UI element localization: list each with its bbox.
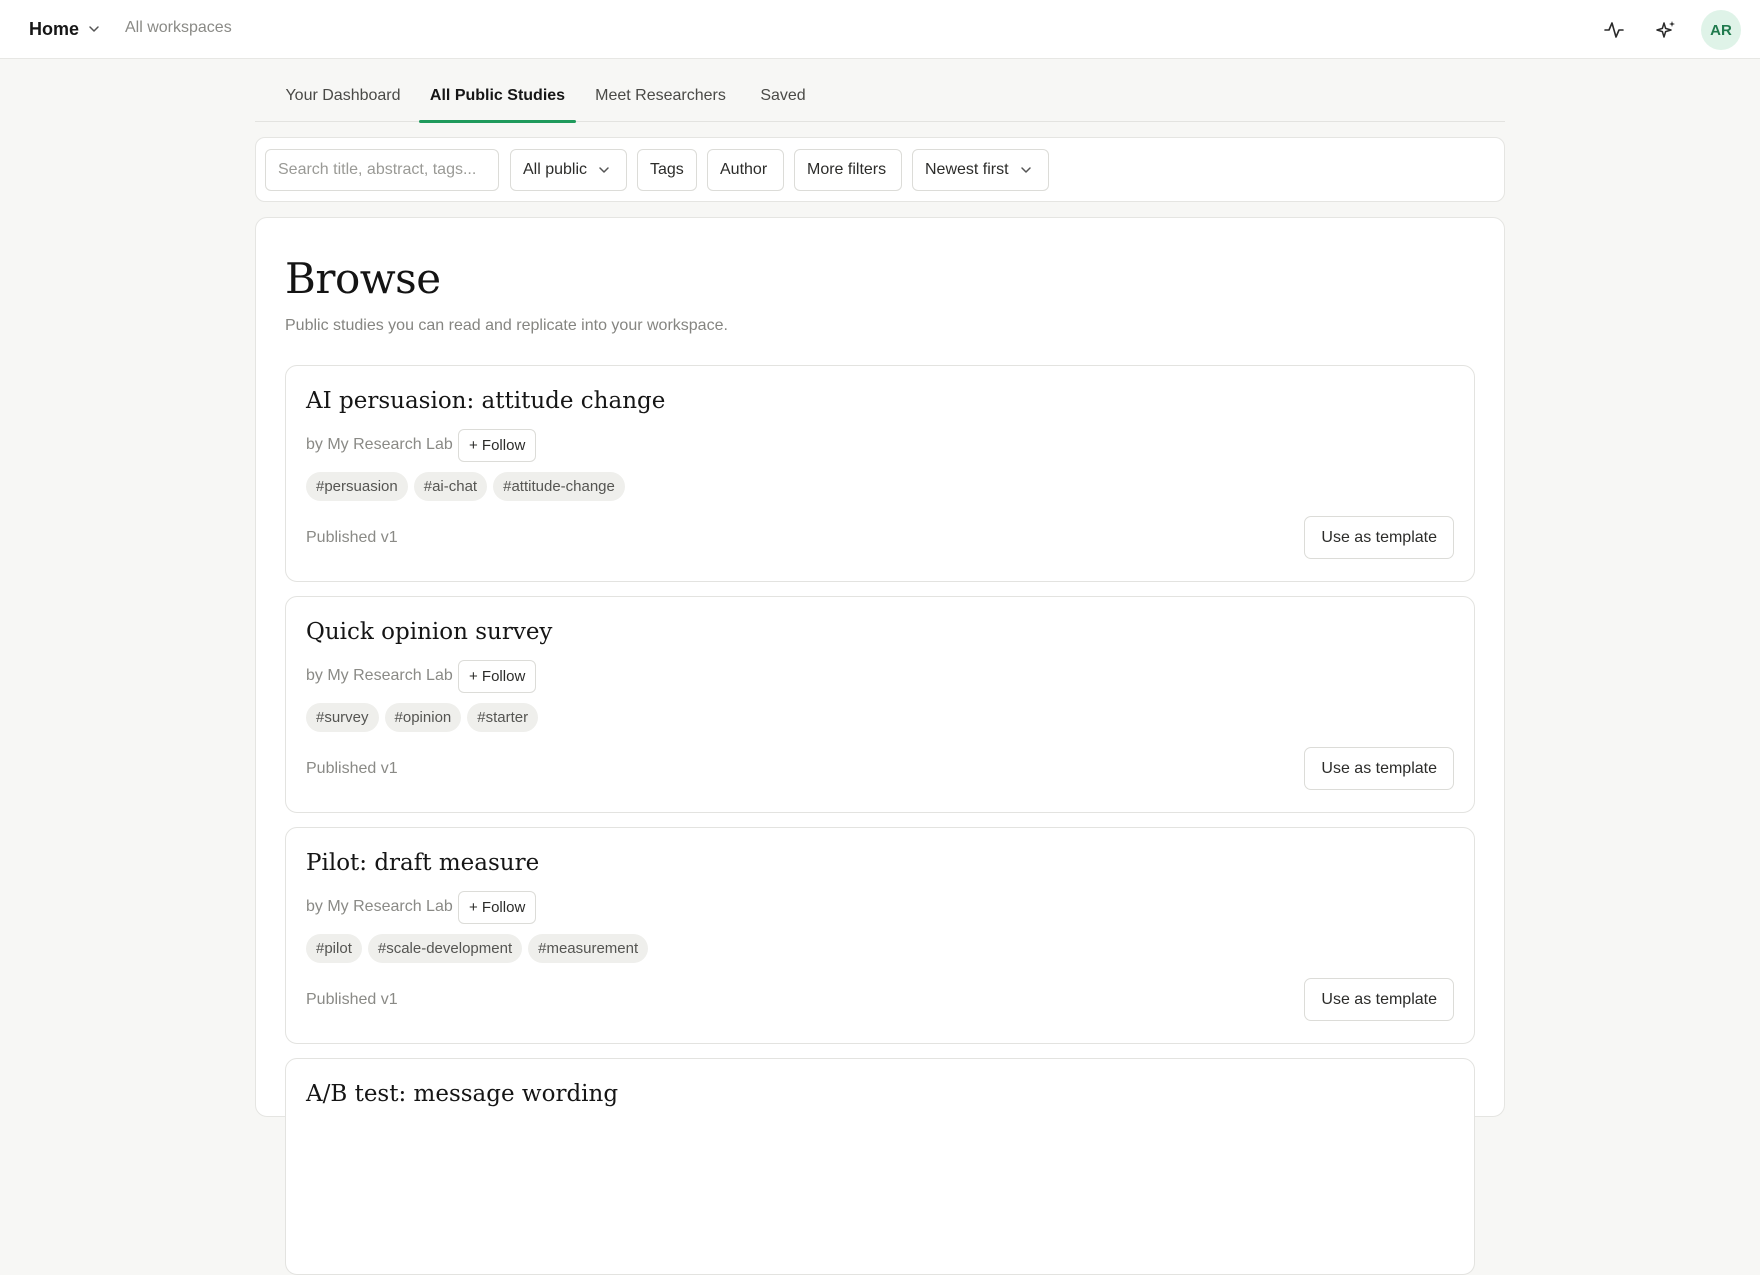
- tag-list: #pilot #scale-development #measurement: [306, 934, 649, 963]
- tag-chip[interactable]: #persuasion: [306, 472, 408, 501]
- tag-chip[interactable]: #opinion: [384, 703, 462, 732]
- author-filter-button[interactable]: Author: [707, 149, 784, 191]
- avatar[interactable]: AR: [1701, 10, 1741, 50]
- filter-bar: All public Tags Author More filters Newe…: [255, 137, 1505, 202]
- page-title: Browse: [285, 254, 441, 303]
- all-workspaces-link[interactable]: All workspaces: [125, 19, 232, 37]
- study-card: AI persuasion: attitude change by My Res…: [285, 365, 1475, 582]
- activity-icon[interactable]: [1597, 13, 1631, 47]
- chevron-down-icon: [89, 26, 99, 32]
- study-title[interactable]: A/B test: message wording: [306, 1081, 618, 1107]
- visibility-select[interactable]: All public: [510, 149, 627, 191]
- tag-chip[interactable]: #pilot: [306, 934, 362, 963]
- tab-your-dashboard[interactable]: Your Dashboard: [284, 70, 402, 122]
- tag-chip[interactable]: #starter: [467, 703, 539, 732]
- study-title[interactable]: AI persuasion: attitude change: [306, 388, 665, 414]
- home-switcher[interactable]: Home: [29, 17, 101, 41]
- chevron-down-icon: [599, 167, 609, 173]
- study-author: by My Research Lab: [306, 898, 453, 915]
- study-author: by My Research Lab: [306, 436, 453, 453]
- visibility-select-value: All public: [523, 161, 588, 178]
- tags-filter-button[interactable]: Tags: [637, 149, 697, 191]
- use-as-template-button[interactable]: Use as template: [1304, 516, 1454, 559]
- follow-button[interactable]: + Follow: [458, 660, 537, 693]
- study-card: Quick opinion survey by My Research Lab …: [285, 596, 1475, 813]
- avatar-initials: AR: [1710, 21, 1732, 39]
- tag-chip[interactable]: #scale-development: [367, 934, 523, 963]
- sort-select[interactable]: Newest first: [912, 149, 1049, 191]
- page-subtitle: Public studies you can read and replicat…: [285, 317, 728, 334]
- follow-button[interactable]: + Follow: [458, 429, 537, 462]
- study-status: Published v1: [306, 991, 398, 1008]
- tab-saved[interactable]: Saved: [760, 70, 806, 122]
- home-label: Home: [29, 18, 80, 39]
- sort-select-value: Newest first: [925, 161, 1009, 178]
- tag-chip[interactable]: #ai-chat: [413, 472, 488, 501]
- follow-button[interactable]: + Follow: [458, 891, 537, 924]
- more-filters-button[interactable]: More filters: [794, 149, 902, 191]
- use-as-template-button[interactable]: Use as template: [1304, 747, 1454, 790]
- tag-list: #survey #opinion #starter: [306, 703, 539, 732]
- sparkles-icon[interactable]: [1649, 13, 1683, 47]
- browse-panel: Browse Public studies you can read and r…: [255, 217, 1505, 1275]
- study-title[interactable]: Pilot: draft measure: [306, 850, 539, 876]
- study-title[interactable]: Quick opinion survey: [306, 619, 552, 645]
- tab-bar: Your Dashboard All Public Studies Meet R…: [255, 70, 1505, 123]
- study-status: Published v1: [306, 529, 398, 546]
- search-input[interactable]: [265, 149, 499, 191]
- use-as-template-button[interactable]: Use as template: [1304, 978, 1454, 1021]
- study-card: A/B test: message wording: [285, 1058, 1475, 1275]
- study-status: Published v1: [306, 760, 398, 777]
- tag-chip[interactable]: #measurement: [528, 934, 649, 963]
- tag-chip[interactable]: #attitude-change: [493, 472, 625, 501]
- tag-list: #persuasion #ai-chat #attitude-change: [306, 472, 625, 501]
- tab-all-public-studies[interactable]: All Public Studies: [419, 70, 576, 123]
- study-card: Pilot: draft measure by My Research Lab …: [285, 827, 1475, 1044]
- top-bar: Home All workspaces AR: [0, 0, 1760, 59]
- chevron-down-icon: [1020, 167, 1031, 173]
- tab-meet-researchers[interactable]: Meet Researchers: [595, 70, 726, 122]
- study-author: by My Research Lab: [306, 667, 453, 684]
- tag-chip[interactable]: #survey: [306, 703, 379, 732]
